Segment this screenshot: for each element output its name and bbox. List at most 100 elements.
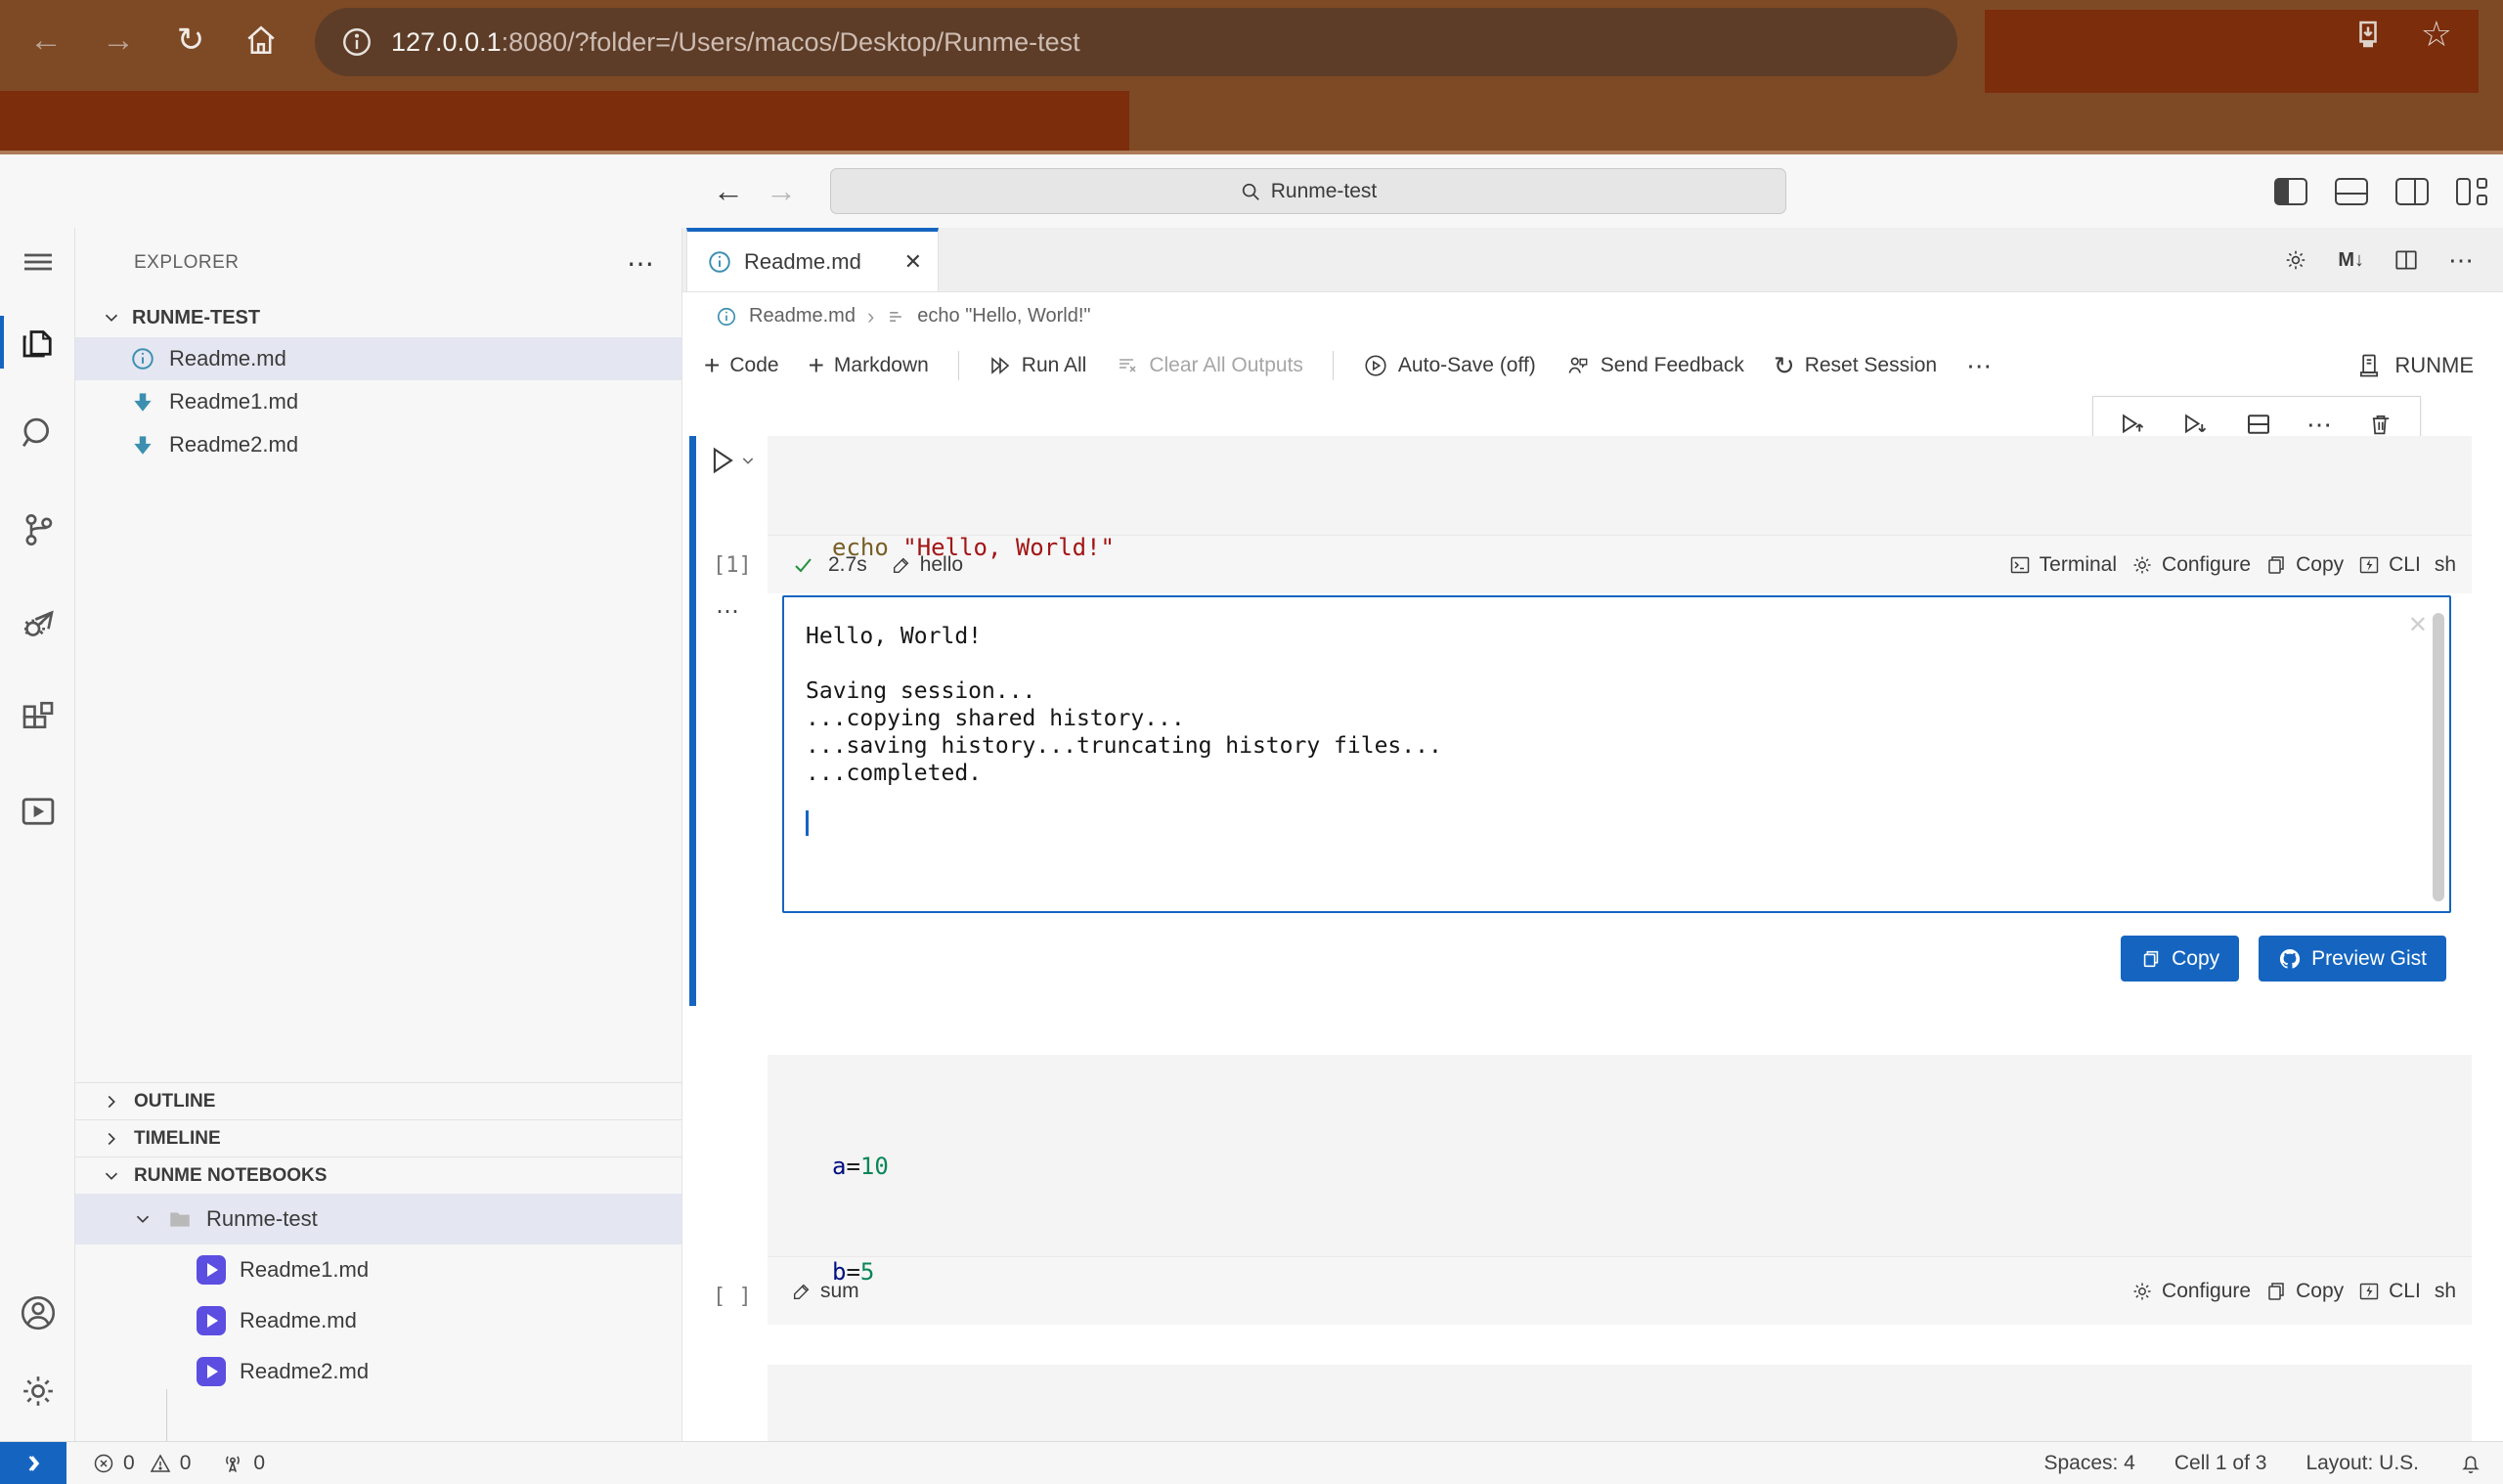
extensions-icon[interactable]: [0, 684, 75, 753]
bell-icon: [2458, 1451, 2483, 1476]
browser-reload-button[interactable]: ↻: [156, 0, 225, 80]
source-control-icon[interactable]: [0, 496, 75, 564]
section-timeline[interactable]: TIMELINE: [75, 1119, 681, 1157]
notebook-cell-2[interactable]: [ ] a=10 b=5 sum=$((a + b)) echo "Sum: $…: [697, 1055, 2472, 1325]
notebook-cell-3[interactable]: greet() { echo "Hello, $1!": [697, 1365, 2472, 1441]
configure-button[interactable]: Configure: [2130, 1280, 2251, 1303]
notebook-scroll-area[interactable]: ⋯ [1]: [682, 391, 2503, 1441]
split-editor-icon[interactable]: [2393, 247, 2419, 273]
cell-position[interactable]: Cell 1 of 3: [2174, 1452, 2267, 1475]
output-scrollbar[interactable]: [2433, 613, 2444, 901]
toggle-secondary-sidebar-icon[interactable]: [2395, 178, 2429, 205]
problems-warnings[interactable]: 0: [149, 1452, 192, 1475]
cli-button[interactable]: CLI: [2357, 1280, 2421, 1303]
output-collapse-icon[interactable]: ⋯: [716, 597, 741, 626]
explorer-more-icon[interactable]: ⋯: [627, 247, 656, 280]
browser-home-button[interactable]: [227, 0, 295, 80]
notebook-file-row[interactable]: Readme1.md: [75, 1244, 681, 1295]
run-cell-button[interactable]: [705, 444, 756, 477]
reset-session-button[interactable]: ↻ Reset Session: [1774, 351, 1937, 381]
customize-layout-icon[interactable]: [2456, 178, 2489, 205]
explorer-icon[interactable]: [0, 308, 75, 376]
section-runme-notebooks[interactable]: RUNME NOTEBOOKS: [75, 1157, 681, 1194]
pencil-icon: [791, 1281, 812, 1302]
browser-forward-button[interactable]: →: [84, 0, 153, 80]
install-app-icon[interactable]: [2350, 17, 2386, 52]
copy-icon: [2140, 948, 2162, 970]
sidebar-bottom-sections: OUTLINE TIMELINE RUNME NOTEBOOKS: [75, 1082, 681, 1397]
terminal-button[interactable]: Terminal: [2008, 553, 2117, 577]
menu-hamburger-icon[interactable]: [0, 228, 75, 296]
notebook-file-row[interactable]: Readme.md: [75, 1295, 681, 1346]
copy-output-button[interactable]: Copy: [2121, 936, 2239, 982]
output-close-icon[interactable]: ✕: [2408, 611, 2428, 639]
section-label: TIMELINE: [134, 1128, 221, 1150]
cell-name-button[interactable]: sum: [791, 1280, 859, 1303]
command-center-search[interactable]: Runme-test: [830, 168, 1786, 214]
url-bar[interactable]: 127.0.0.1:8080/?folder=/Users/macos/Desk…: [315, 8, 1957, 76]
preview-gist-button[interactable]: Preview Gist: [2259, 936, 2446, 982]
configure-button[interactable]: Configure: [2130, 553, 2251, 577]
run-below-icon[interactable]: [2181, 410, 2211, 439]
delete-cell-icon[interactable]: [2367, 411, 2394, 438]
url-path: :8080/?folder=/Users/macos/Desktop/Runme…: [502, 27, 1080, 57]
editor-more-icon[interactable]: ⋯: [2448, 245, 2476, 276]
problems-errors[interactable]: 0: [92, 1452, 135, 1475]
runme-activity-icon[interactable]: [0, 777, 75, 846]
notebook-folder-row[interactable]: Runme-test: [75, 1194, 681, 1244]
autosave-toggle[interactable]: Auto-Save (off): [1363, 353, 1536, 378]
cell-language[interactable]: sh: [2435, 553, 2456, 577]
terminal-output[interactable]: Hello, World! Saving session... ...copyi…: [782, 595, 2451, 913]
clear-all-outputs-button[interactable]: Clear All Outputs: [1116, 354, 1303, 377]
run-debug-icon[interactable]: [0, 589, 75, 658]
success-check-icon: [791, 553, 814, 577]
ports-antenna-icon: [220, 1451, 245, 1476]
run-all-button[interactable]: Run All: [988, 354, 1087, 377]
accounts-icon[interactable]: [0, 1279, 75, 1347]
ports-forwarded[interactable]: 0: [220, 1451, 265, 1476]
workspace-root[interactable]: RUNME-TEST: [75, 298, 681, 337]
add-code-button[interactable]: +Code: [704, 350, 779, 381]
toolbar-more-icon[interactable]: ⋯: [1966, 351, 1994, 381]
history-back-button[interactable]: ←: [706, 168, 751, 213]
history-forward-button[interactable]: →: [759, 168, 804, 213]
copy-button[interactable]: Copy: [2264, 1280, 2344, 1303]
manage-gear-icon[interactable]: [0, 1357, 75, 1425]
markdown-preview-icon[interactable]: M↓: [2338, 249, 2364, 272]
vscode-titlebar: ← → Runme-test: [0, 154, 2503, 228]
breadcrumb-section[interactable]: echo "Hello, World!": [917, 305, 1090, 327]
tab-readme[interactable]: Readme.md ✕: [686, 228, 939, 291]
notebook-gear-icon[interactable]: [2283, 247, 2308, 273]
notifications-bell[interactable]: [2458, 1451, 2483, 1476]
cell-name-button[interactable]: hello: [891, 553, 963, 577]
browser-back-button[interactable]: ←: [12, 0, 80, 80]
file-row-readme[interactable]: Readme.md: [75, 337, 681, 380]
notebook-cell-1[interactable]: [1] echo "Hello, World!" 2.7s: [697, 436, 2472, 593]
bookmark-star-icon[interactable]: ☆: [2421, 14, 2452, 55]
cell-code[interactable]: greet() { echo "Hello, $1!": [768, 1365, 2472, 1441]
site-info-icon[interactable]: [340, 25, 373, 59]
add-markdown-button[interactable]: +Markdown: [809, 350, 929, 381]
toggle-primary-sidebar-icon[interactable]: [2274, 178, 2307, 205]
run-above-icon[interactable]: [2119, 410, 2148, 439]
toolbar-divider: [958, 351, 959, 380]
indentation-setting[interactable]: Spaces: 4: [2043, 1452, 2134, 1475]
send-feedback-button[interactable]: Send Feedback: [1565, 353, 1744, 378]
cell-language[interactable]: sh: [2435, 1280, 2456, 1303]
cell-code[interactable]: a=10 b=5 sum=$((a + b)) echo "Sum: $sum": [768, 1055, 2472, 1256]
search-activity-icon[interactable]: [0, 400, 75, 468]
warning-icon: [149, 1452, 172, 1475]
keyboard-layout[interactable]: Layout: U.S.: [2305, 1452, 2419, 1475]
split-cell-icon[interactable]: [2244, 410, 2273, 439]
cell-more-icon[interactable]: ⋯: [2306, 410, 2334, 440]
tab-close-icon[interactable]: ✕: [904, 249, 922, 275]
file-row-readme2[interactable]: Readme2.md: [75, 423, 681, 466]
copy-button[interactable]: Copy: [2264, 553, 2344, 577]
file-row-readme1[interactable]: Readme1.md: [75, 380, 681, 423]
section-outline[interactable]: OUTLINE: [75, 1082, 681, 1119]
remote-indicator[interactable]: [0, 1442, 66, 1484]
toggle-panel-icon[interactable]: [2335, 178, 2368, 205]
breadcrumb-file[interactable]: Readme.md: [749, 305, 856, 327]
cli-button[interactable]: CLI: [2357, 553, 2421, 577]
cell-code[interactable]: echo "Hello, World!": [768, 436, 2472, 535]
